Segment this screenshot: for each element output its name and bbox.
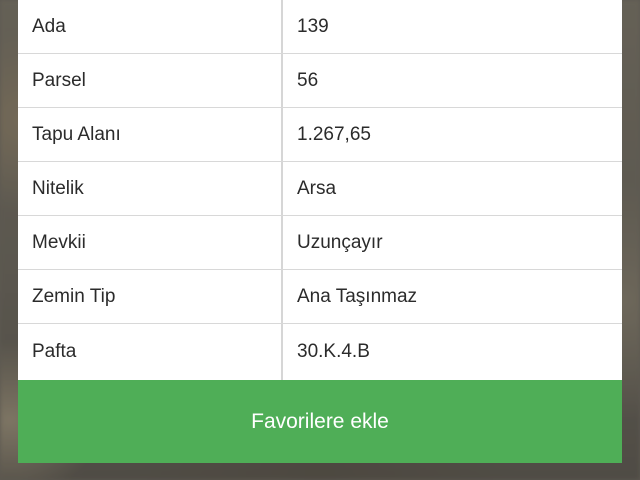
add-to-favorites-button[interactable]: Favorilere ekle	[18, 380, 622, 463]
property-details-table: Ada 139 Parsel 56 Tapu Alanı 1.267,65 Ni…	[18, 0, 622, 380]
row-label-zemin-tip: Zemin Tip	[18, 270, 283, 323]
row-value-zemin-tip: Ana Taşınmaz	[297, 285, 418, 307]
screen: Ada 139 Parsel 56 Tapu Alanı 1.267,65 Ni…	[0, 0, 640, 480]
row-label-parsel: Parsel	[18, 54, 283, 107]
row-value-nitelik: Arsa	[297, 177, 337, 199]
row-label-ada: Ada	[18, 0, 283, 53]
table-row: Parsel 56	[18, 54, 622, 108]
property-info-panel: Ada 139 Parsel 56 Tapu Alanı 1.267,65 Ni…	[18, 0, 622, 465]
row-label-pafta: Pafta	[18, 324, 283, 380]
table-row: Zemin Tip Ana Taşınmaz	[18, 270, 622, 324]
row-value-ada: 139	[297, 15, 329, 37]
row-label-nitelik: Nitelik	[18, 162, 283, 215]
row-label-tapu-alani: Tapu Alanı	[18, 108, 283, 161]
row-value-parsel: 56	[297, 69, 319, 91]
table-row: Tapu Alanı 1.267,65	[18, 108, 622, 162]
table-row: Pafta 30.K.4.B	[18, 324, 622, 380]
row-value-pafta: 30.K.4.B	[297, 341, 370, 362]
row-label-mevkii: Mevkii	[18, 216, 283, 269]
row-value-tapu-alani: 1.267,65	[297, 123, 371, 145]
table-row: Mevkii Uzunçayır	[18, 216, 622, 270]
row-value-mevkii: Uzunçayır	[297, 231, 383, 253]
table-row: Ada 139	[18, 0, 622, 54]
table-row: Nitelik Arsa	[18, 162, 622, 216]
